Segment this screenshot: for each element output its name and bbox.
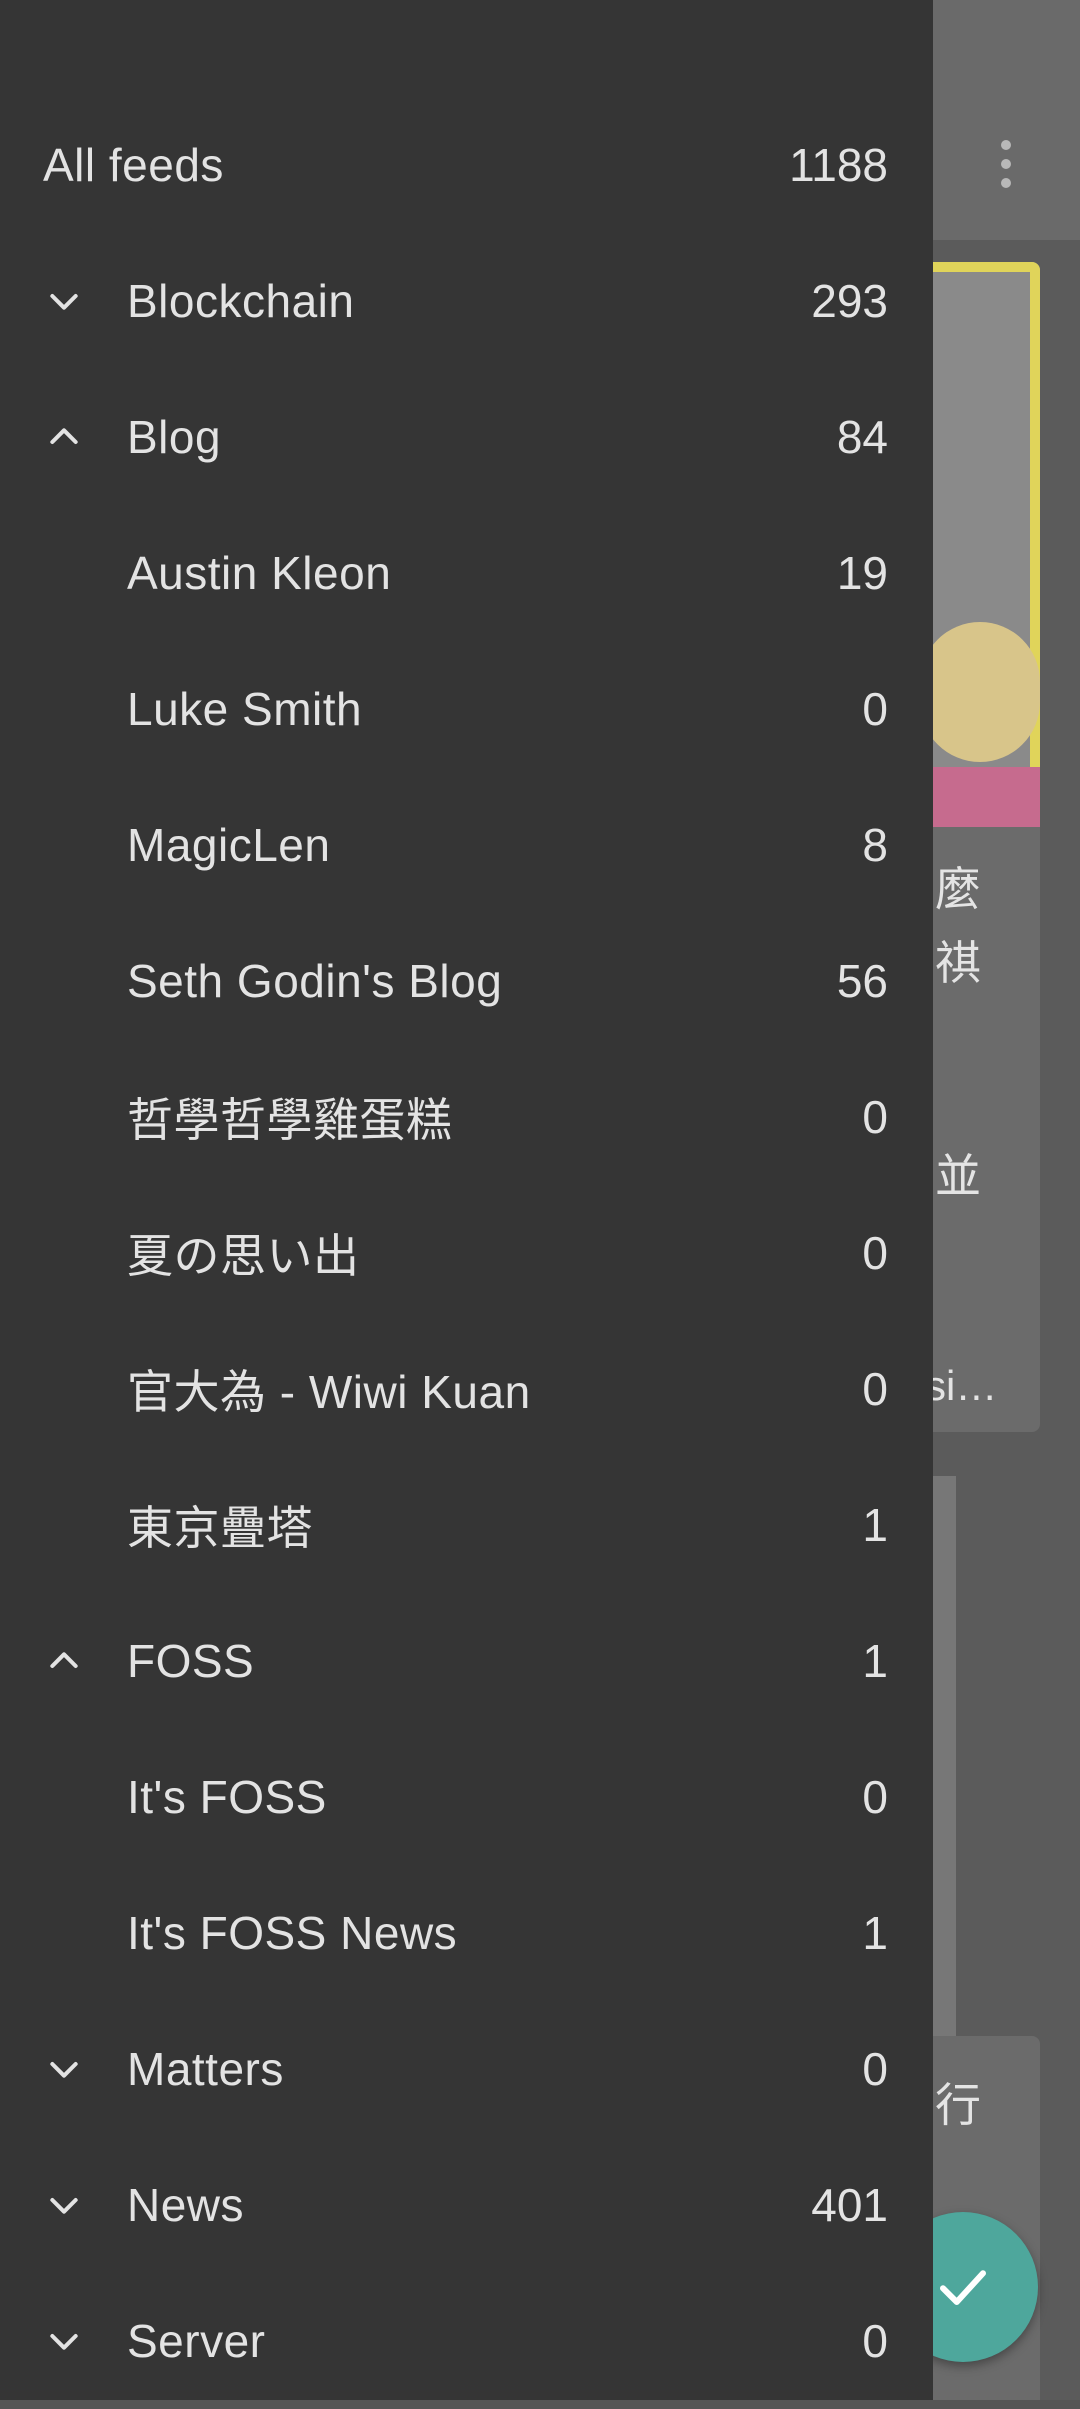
feeds-drawer: All feeds 1188 Blockchain 293 Blog 84 Austin K… bbox=[0, 0, 933, 2400]
unread-count: 401 bbox=[811, 2179, 888, 2231]
unread-count: 1 bbox=[862, 1635, 888, 1687]
chevron-down-icon[interactable] bbox=[40, 2317, 88, 2365]
all-feeds-item[interactable]: All feeds 1188 bbox=[0, 97, 933, 233]
feed-item[interactable]: Luke Smith 0 bbox=[0, 641, 933, 777]
background-text-fragment: 祺 bbox=[935, 937, 981, 989]
feed-item[interactable]: 哲學哲學雞蛋糕 0 bbox=[0, 1049, 933, 1185]
unread-count: 1 bbox=[862, 1499, 888, 1551]
unread-count: 84 bbox=[836, 411, 888, 463]
item-label: 哲學哲學雞蛋糕 bbox=[127, 1094, 453, 1146]
article-illustration bbox=[920, 622, 1040, 762]
unread-count: 0 bbox=[862, 2315, 888, 2367]
unread-count: 293 bbox=[811, 275, 888, 327]
chevron-down-icon[interactable] bbox=[40, 2181, 88, 2229]
feed-item[interactable]: 夏の思い出 0 bbox=[0, 1185, 933, 1321]
item-label: Seth Godin's Blog bbox=[127, 955, 503, 1007]
unread-count: 8 bbox=[862, 819, 888, 871]
more-vert-icon[interactable] bbox=[994, 140, 1018, 200]
background-text-fragment: 並 bbox=[935, 1150, 981, 1202]
feed-item[interactable]: 官大為 - Wiwi Kuan 0 bbox=[0, 1321, 933, 1457]
unread-count: 56 bbox=[836, 955, 888, 1007]
item-label: Luke Smith bbox=[127, 683, 363, 735]
group-item[interactable]: Matters 0 bbox=[0, 2001, 933, 2137]
chevron-down-icon[interactable] bbox=[40, 2045, 88, 2093]
unread-count: 0 bbox=[862, 683, 888, 735]
item-label: 東京疊塔 bbox=[127, 1502, 313, 1554]
item-label: All feeds bbox=[43, 139, 224, 191]
feed-item[interactable]: MagicLen 8 bbox=[0, 777, 933, 913]
unread-count: 0 bbox=[862, 1227, 888, 1279]
unread-count: 19 bbox=[836, 547, 888, 599]
group-item[interactable]: Server 0 bbox=[0, 2273, 933, 2409]
item-label: It's FOSS bbox=[127, 1771, 327, 1823]
group-item[interactable]: Blockchain 293 bbox=[0, 233, 933, 369]
unread-count: 0 bbox=[862, 1771, 888, 1823]
background-text-fragment: 麼 bbox=[935, 863, 981, 915]
item-label: 官大為 - Wiwi Kuan bbox=[127, 1366, 531, 1418]
background-text-fragment: 行 bbox=[935, 2079, 981, 2131]
item-label: FOSS bbox=[127, 1635, 255, 1687]
item-label: News bbox=[127, 2179, 245, 2231]
group-item[interactable]: Blog 84 bbox=[0, 369, 933, 505]
unread-count: 1188 bbox=[789, 139, 888, 191]
item-label: It's FOSS News bbox=[127, 1907, 458, 1959]
background-text-fragment: si… bbox=[925, 1362, 998, 1409]
item-label: Blog bbox=[127, 411, 222, 463]
group-item[interactable]: FOSS 1 bbox=[0, 1593, 933, 1729]
chevron-down-icon[interactable] bbox=[40, 277, 88, 325]
item-label: MagicLen bbox=[127, 819, 331, 871]
item-label: Matters bbox=[127, 2043, 284, 2095]
check-icon bbox=[940, 2270, 986, 2305]
item-label: Blockchain bbox=[127, 275, 355, 327]
unread-count: 0 bbox=[862, 1363, 888, 1415]
group-item[interactable]: News 401 bbox=[0, 2137, 933, 2273]
feed-item[interactable]: It's FOSS News 1 bbox=[0, 1865, 933, 2001]
chevron-up-icon[interactable] bbox=[40, 1637, 88, 1685]
unread-count: 0 bbox=[862, 1091, 888, 1143]
feed-item[interactable]: Austin Kleon 19 bbox=[0, 505, 933, 641]
unread-count: 1 bbox=[862, 1907, 888, 1959]
unread-count: 0 bbox=[862, 2043, 888, 2095]
item-label: Austin Kleon bbox=[127, 547, 392, 599]
item-label: Server bbox=[127, 2315, 266, 2367]
item-label: 夏の思い出 bbox=[127, 1230, 360, 1282]
feed-item[interactable]: 東京疊塔 1 bbox=[0, 1457, 933, 1593]
feed-item[interactable]: Seth Godin's Blog 56 bbox=[0, 913, 933, 1049]
feed-item[interactable]: It's FOSS 0 bbox=[0, 1729, 933, 1865]
chevron-up-icon[interactable] bbox=[40, 413, 88, 461]
